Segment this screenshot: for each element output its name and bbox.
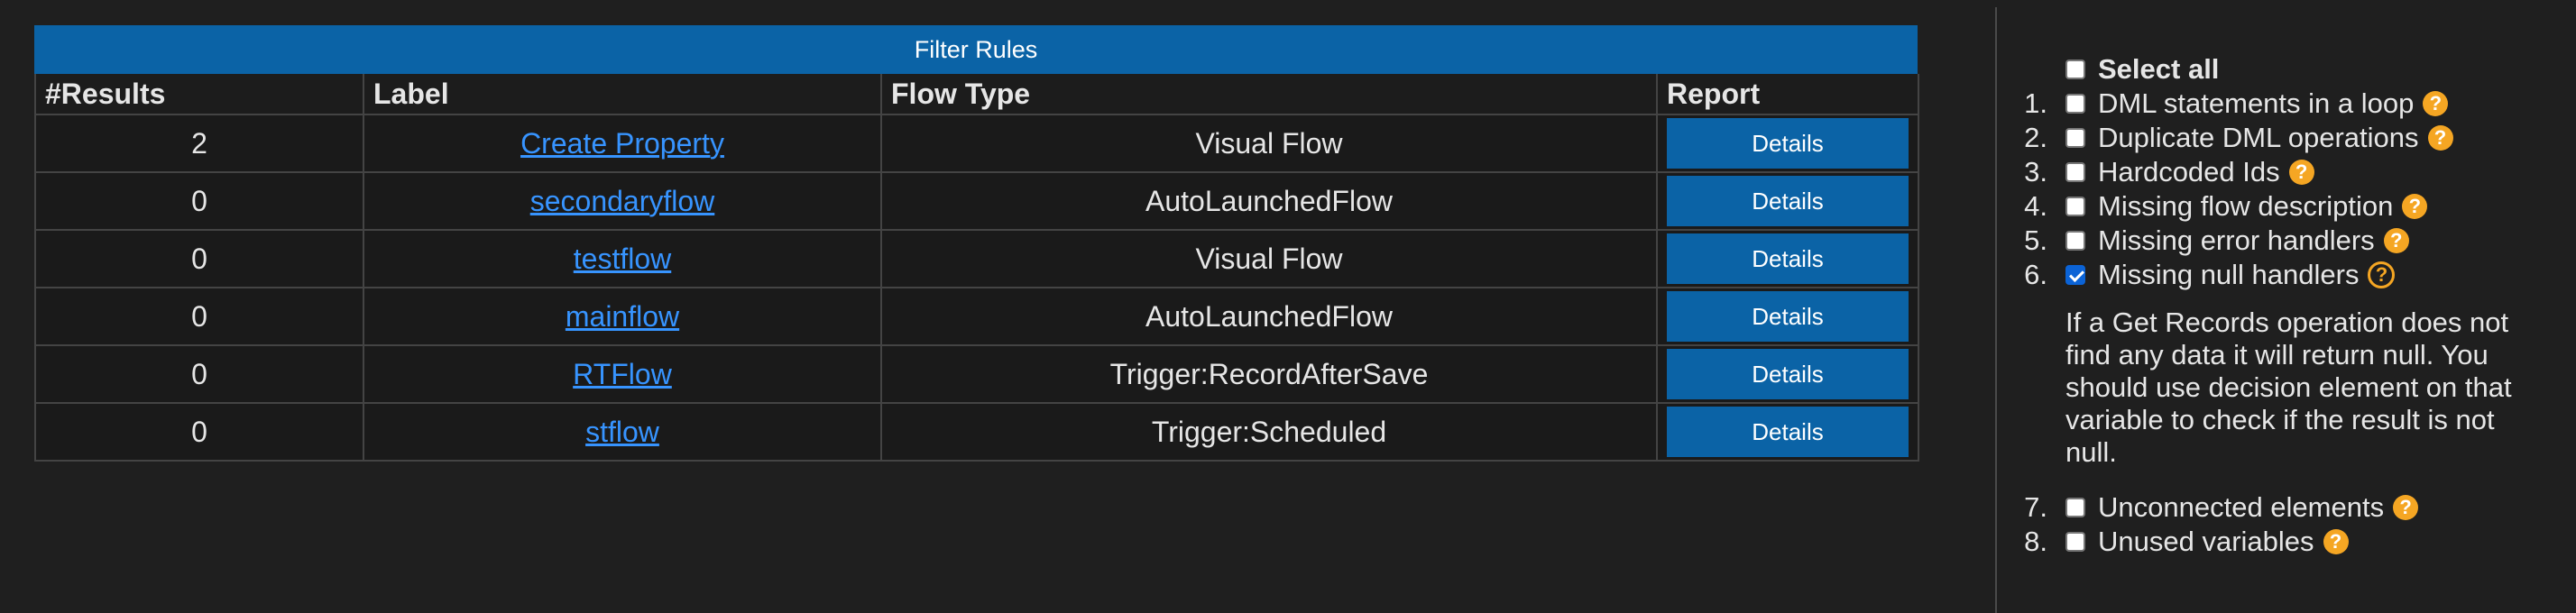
help-icon[interactable]: ? (2427, 125, 2453, 151)
rule-number: 3. (2024, 156, 2047, 188)
help-icon[interactable]: ? (2323, 529, 2349, 554)
help-icon[interactable]: ? (2288, 160, 2314, 185)
table-row: 0 stflow Trigger:Scheduled Details (34, 402, 1919, 462)
rule-item-missing-description: 4. Missing flow description ? (2010, 189, 2569, 224)
table-row: 0 RTFlow Trigger:RecordAfterSave Details (34, 344, 1919, 404)
header-label: Label (363, 74, 882, 115)
rule-item-unused-variables: 8. Unused variables ? (2010, 525, 2569, 559)
rule-number: 8. (2024, 526, 2047, 557)
rule-number: 2. (2024, 122, 2047, 153)
flow-type-cell: AutoLaunchedFlow (880, 287, 1658, 346)
table-row: 0 testflow Visual Flow Details (34, 229, 1919, 288)
report-cell: Details (1656, 229, 1919, 288)
rule-description: If a Get Records operation does not find… (2065, 306, 2512, 468)
report-cell: Details (1656, 287, 1919, 346)
results-cell: 2 (34, 114, 364, 173)
help-icon[interactable]: ? (2402, 194, 2428, 219)
rule-label[interactable]: Duplicate DML operations (2098, 122, 2419, 154)
rule-checkbox[interactable] (2065, 265, 2085, 285)
flow-type-cell: Trigger:Scheduled (880, 402, 1658, 462)
details-button[interactable]: Details (1667, 407, 1909, 457)
flow-type-cell: Trigger:RecordAfterSave (880, 344, 1658, 404)
label-cell: mainflow (363, 287, 882, 346)
rule-number: 1. (2024, 87, 2047, 119)
flow-link[interactable]: Create Property (520, 127, 724, 160)
filter-rules-button[interactable]: Filter Rules (34, 25, 1918, 74)
help-icon[interactable]: ? (2393, 495, 2419, 520)
rule-checkbox[interactable] (2065, 231, 2085, 251)
rule-number: 6. (2024, 259, 2047, 290)
flow-type-cell: AutoLaunchedFlow (880, 171, 1658, 231)
details-button[interactable]: Details (1667, 291, 1909, 342)
report-cell: Details (1656, 344, 1919, 404)
rule-number: 5. (2024, 224, 2047, 256)
rule-item-missing-error-handlers: 5. Missing error handlers ? (2010, 224, 2569, 258)
header-report: Report (1656, 74, 1919, 115)
panel-divider[interactable] (1995, 7, 1997, 613)
flows-table: #Results Label Flow Type Report 2 Create… (34, 74, 1919, 462)
rule-label[interactable]: Missing flow description (2098, 190, 2393, 223)
rule-checkbox[interactable] (2065, 498, 2085, 517)
select-all-row: Select all (2010, 52, 2569, 87)
flow-type-cell: Visual Flow (880, 229, 1658, 288)
rule-number: 4. (2024, 190, 2047, 222)
table-row: 0 mainflow AutoLaunchedFlow Details (34, 287, 1919, 346)
report-cell: Details (1656, 114, 1919, 173)
rule-number: 7. (2024, 491, 2047, 523)
results-cell: 0 (34, 344, 364, 404)
table-row: 2 Create Property Visual Flow Details (34, 114, 1919, 173)
rule-label[interactable]: DML statements in a loop (2098, 87, 2414, 120)
report-cell: Details (1656, 171, 1919, 231)
rule-item-dml-in-loop: 1. DML statements in a loop ? (2010, 87, 2569, 121)
help-icon[interactable]: ? (2383, 228, 2409, 253)
header-flow-type: Flow Type (880, 74, 1658, 115)
rules-panel: Select all 1. DML statements in a loop ?… (2010, 52, 2569, 559)
flow-type-cell: Visual Flow (880, 114, 1658, 173)
rule-label[interactable]: Unconnected elements (2098, 491, 2384, 524)
rule-item-duplicate-dml: 2. Duplicate DML operations ? (2010, 121, 2569, 155)
flow-link[interactable]: stflow (585, 416, 659, 448)
results-cell: 0 (34, 287, 364, 346)
header-results: #Results (34, 74, 364, 115)
label-cell: Create Property (363, 114, 882, 173)
flows-panel: Filter Rules #Results Label Flow Type Re… (34, 25, 1919, 462)
rule-checkbox[interactable] (2065, 162, 2085, 182)
rule-item-missing-null-handlers: 6. Missing null handlers ? (2010, 258, 2569, 292)
rule-label[interactable]: Missing null handlers (2098, 259, 2359, 291)
details-button[interactable]: Details (1667, 176, 1909, 226)
rule-label[interactable]: Missing error handlers (2098, 224, 2375, 257)
label-cell: RTFlow (363, 344, 882, 404)
rule-item-unconnected-elements: 7. Unconnected elements ? (2010, 490, 2569, 525)
rule-checkbox[interactable] (2065, 532, 2085, 552)
rule-label[interactable]: Unused variables (2098, 526, 2314, 558)
results-cell: 0 (34, 229, 364, 288)
help-icon[interactable]: ? (2368, 261, 2396, 288)
flow-link[interactable]: RTFlow (573, 358, 672, 390)
select-all-label[interactable]: Select all (2098, 53, 2219, 86)
results-cell: 0 (34, 171, 364, 231)
rule-checkbox[interactable] (2065, 128, 2085, 148)
label-cell: testflow (363, 229, 882, 288)
details-button[interactable]: Details (1667, 118, 1909, 169)
flow-link[interactable]: testflow (574, 242, 671, 275)
label-cell: secondaryflow (363, 171, 882, 231)
select-all-checkbox[interactable] (2065, 59, 2085, 79)
help-icon[interactable]: ? (2423, 91, 2449, 116)
table-row: 0 secondaryflow AutoLaunchedFlow Details (34, 171, 1919, 231)
flow-link[interactable]: secondaryflow (530, 185, 715, 217)
flow-scanner-page: Filter Rules #Results Label Flow Type Re… (0, 0, 2576, 613)
flow-link[interactable]: mainflow (566, 300, 679, 333)
table-header-row: #Results Label Flow Type Report (34, 74, 1919, 115)
results-cell: 0 (34, 402, 364, 462)
report-cell: Details (1656, 402, 1919, 462)
rule-label[interactable]: Hardcoded Ids (2098, 156, 2280, 188)
rule-checkbox[interactable] (2065, 197, 2085, 216)
rule-checkbox[interactable] (2065, 94, 2085, 114)
label-cell: stflow (363, 402, 882, 462)
details-button[interactable]: Details (1667, 349, 1909, 399)
rule-item-hardcoded-ids: 3. Hardcoded Ids ? (2010, 155, 2569, 189)
details-button[interactable]: Details (1667, 233, 1909, 284)
